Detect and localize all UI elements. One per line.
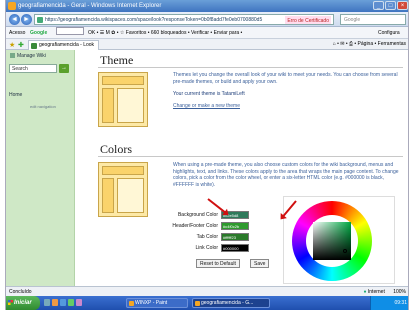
google-toolbar: Acesso Google OK • ☰ M ✿ • ☆ Favoritos •… <box>6 27 408 39</box>
page-icon <box>37 17 43 23</box>
save-button[interactable]: Save <box>250 259 270 268</box>
quicklaunch-icon[interactable] <box>76 299 82 306</box>
background-color-label: Background Color <box>177 212 218 218</box>
taskbar-item-label: WINXP - Paint <box>135 300 168 306</box>
certificate-error[interactable]: Erro de Certificado <box>285 16 331 24</box>
wiki-favicon-icon <box>31 43 37 49</box>
current-theme-text: Your current theme is TatamiLeft <box>173 91 245 97</box>
quicklaunch-icon[interactable] <box>52 299 58 306</box>
minimize-icon[interactable]: _ <box>373 1 384 10</box>
change-theme-link[interactable]: Change or make a new theme <box>173 103 401 110</box>
page-content: Manage Wiki Search → Home edit navigatio… <box>6 50 408 286</box>
edit-navigation-link[interactable]: edit navigation <box>30 104 56 109</box>
tab-color-input[interactable]: #ffffff23 <box>221 233 249 241</box>
close-icon[interactable]: × <box>397 1 408 10</box>
command-bar[interactable]: ⌂ • ✉ • ⎙ • Página • Ferramentas <box>333 39 406 50</box>
url-text: https://geografiamencida.wikispaces.com/… <box>45 17 263 23</box>
windows-flag-icon <box>8 300 13 305</box>
colors-description: When using a pre-made theme, you also ch… <box>173 162 399 188</box>
window-controls: _ □ × <box>373 1 408 10</box>
taskbar-item-paint[interactable]: WINXP - Paint <box>126 298 188 308</box>
theme-thumbnail <box>98 72 148 127</box>
header-footer-color-input[interactable]: #c4f0c2b <box>221 222 249 230</box>
manage-wiki-label: Manage Wiki <box>17 53 46 59</box>
clock[interactable]: 09:31 <box>394 300 407 306</box>
divider <box>98 156 403 157</box>
theme-heading: Theme <box>100 53 134 67</box>
link-color-label: Link Color <box>195 245 218 251</box>
maximize-icon[interactable]: □ <box>385 1 396 10</box>
toolbar-label: Acesso <box>9 30 26 36</box>
status-bar: Concluído ● Internet 100% <box>6 286 408 296</box>
taskbar-item-browser[interactable]: geografiamencida - G... <box>192 298 270 308</box>
browser-search-input[interactable]: Google <box>340 14 406 25</box>
taskbar: Iniciar WINXP - Paint geografiamencida -… <box>6 296 408 310</box>
start-button[interactable]: Iniciar <box>6 296 40 310</box>
wiki-sidebar: Manage Wiki Search → Home edit navigatio… <box>6 50 75 286</box>
title-bar: geografiamencida - Geral - Windows Inter… <box>6 0 408 12</box>
address-bar[interactable]: https://geografiamencida.wikispaces.com/… <box>34 14 334 25</box>
colors-thumbnail <box>98 162 148 217</box>
saturation-square[interactable] <box>313 222 351 260</box>
quicklaunch-icon[interactable] <box>60 299 66 306</box>
zone-label: Internet <box>367 289 385 295</box>
header-footer-color-label: Header/Footer Color <box>172 223 218 229</box>
wiki-search-input[interactable]: Search <box>9 64 57 73</box>
color-picker[interactable] <box>283 196 395 284</box>
home-link[interactable]: Home <box>9 92 22 98</box>
back-icon[interactable]: ◄ <box>9 14 20 25</box>
colors-heading: Colors <box>100 142 133 156</box>
divider <box>98 67 403 68</box>
reset-default-button[interactable]: Reset to Default <box>196 259 240 268</box>
window-title: geografiamencida - Geral - Windows Inter… <box>18 3 162 9</box>
manage-icon <box>10 53 15 59</box>
quicklaunch-icon[interactable] <box>44 299 50 306</box>
google-logo: Google <box>30 30 48 36</box>
toolbar-config[interactable]: Configura <box>378 27 400 38</box>
forward-icon[interactable]: ► <box>21 14 32 25</box>
tab-look[interactable]: geografiamencida - Look <box>28 40 100 50</box>
system-tray: 09:31 <box>370 296 408 310</box>
main-panel: Theme Themes let you change the overall … <box>78 50 408 286</box>
tab-color-label: Tab Color <box>196 234 218 240</box>
ie-icon <box>195 301 200 306</box>
tab-title: geografiamencida - Look <box>39 42 95 48</box>
start-label: Iniciar <box>14 300 32 306</box>
navigation-bar: ◄ ► https://geografiamencida.wikispaces.… <box>6 12 408 27</box>
link-color-input[interactable]: #000000 <box>221 244 249 252</box>
zoom-level[interactable]: 100% <box>393 289 406 295</box>
color-wheel[interactable] <box>292 201 372 281</box>
ie-icon <box>8 2 16 10</box>
paint-icon <box>129 301 134 306</box>
manage-wiki-link[interactable]: Manage Wiki <box>10 53 46 59</box>
taskbar-item-label: geografiamencida - G... <box>201 300 254 306</box>
toolbar-items[interactable]: OK • ☰ M ✿ • ☆ Favoritos • 660 bloqueado… <box>88 27 242 38</box>
status-text: Concluído <box>9 289 32 295</box>
theme-description: Themes let you change the overall look o… <box>173 72 398 85</box>
tab-row: ★ ✚ geografiamencida - Look ⌂ • ✉ • ⎙ • … <box>6 39 408 50</box>
internet-zone-icon: ● <box>363 289 367 295</box>
color-selector-marker[interactable] <box>343 249 347 253</box>
quicklaunch-icon[interactable] <box>68 299 74 306</box>
browser-window: geografiamencida - Geral - Windows Inter… <box>5 0 409 310</box>
search-go-button[interactable]: → <box>59 64 69 73</box>
